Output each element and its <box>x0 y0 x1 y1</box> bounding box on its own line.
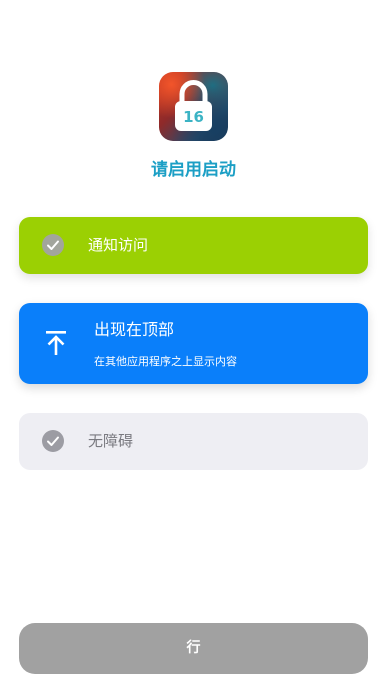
checkmark-icon <box>42 430 64 452</box>
lock-number: 16 <box>183 108 204 126</box>
page-title: 请启用启动 <box>151 160 236 180</box>
display-over-apps-title: 出现在顶部 <box>94 320 175 339</box>
notification-access-item[interactable]: 通知访问 <box>19 217 368 274</box>
go-button[interactable]: 行 <box>19 623 368 674</box>
checkmark-icon <box>42 234 64 256</box>
display-over-apps-subtitle: 在其他应用程序之上显示内容 <box>94 355 237 368</box>
lock-icon <box>175 80 212 131</box>
notification-access-label: 通知访问 <box>88 236 149 254</box>
arrow-to-top-icon <box>46 331 66 355</box>
display-over-apps-item[interactable]: 出现在顶部 在其他应用程序之上显示内容 <box>19 303 368 384</box>
accessibility-label: 无障碍 <box>88 432 134 450</box>
accessibility-item[interactable]: 无障碍 <box>19 413 368 470</box>
app-icon: 16 <box>159 72 228 141</box>
